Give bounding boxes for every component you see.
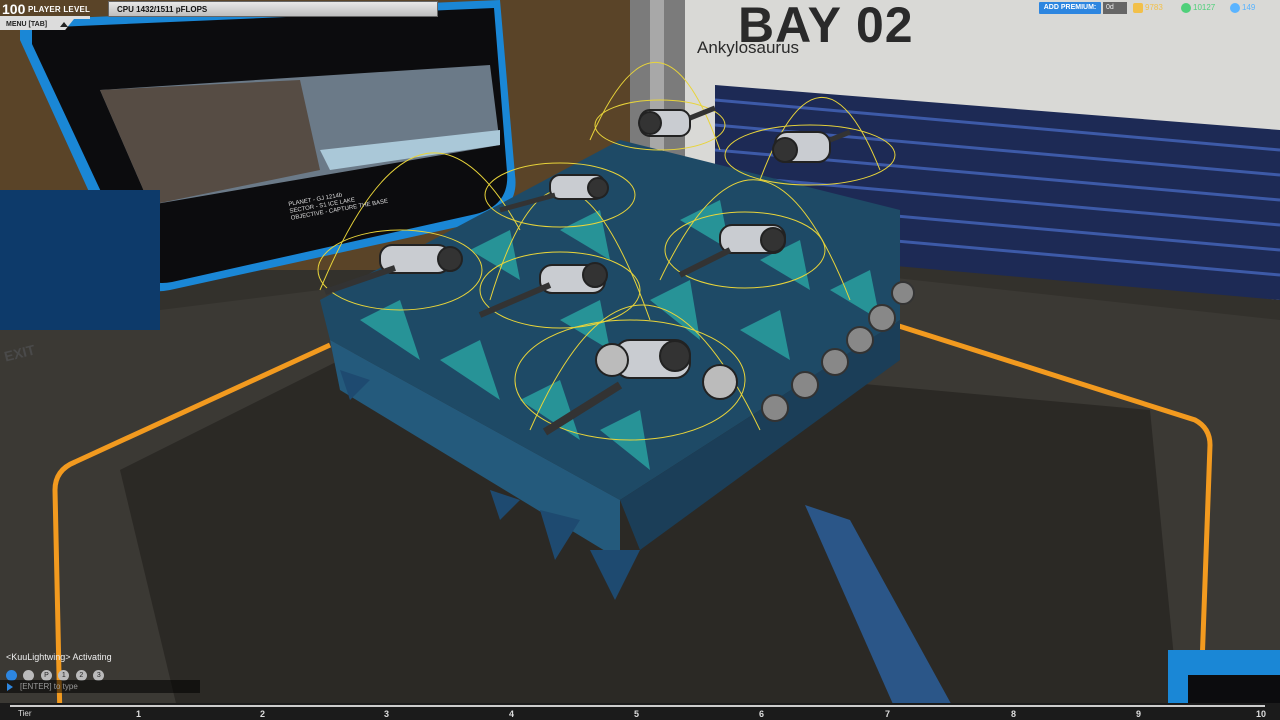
chat-panel: <KuuLightwing> Activating P 1 2 3 [ENTER… [0,646,200,696]
player-level: 100 [2,1,26,17]
robits-counter: 9783 [1133,2,1163,14]
chat-input[interactable]: [ENTER] to type [0,680,200,693]
tier-bar-line [10,705,1265,707]
chat-arrow-icon [7,683,13,691]
menu-arrow-icon [60,22,68,27]
level-progress-bar [0,16,90,19]
chat-message: <KuuLightwing> Activating [6,652,112,662]
tech-points-value: 10127 [1193,3,1216,12]
chat-channel-icons: P 1 2 3 [6,667,106,682]
chat-placeholder: [ENTER] to type [20,682,78,691]
cosmetic-credits-icon [1230,2,1240,13]
tier-tick-5: 5 [634,709,640,719]
tier-label: Tier [18,709,32,718]
cosmetic-credits-value: 149 [1242,3,1256,12]
tech-points-counter: 10127 [1181,2,1215,14]
tier-tick-2: 2 [260,709,266,719]
robits-icon [1133,2,1143,13]
cpu-meter: CPU 1432/1511 pFLOPS [108,1,438,17]
tier-tick-7: 7 [885,709,891,719]
add-premium-button[interactable]: ADD PREMIUM: [1039,2,1101,14]
tier-tick-3: 3 [384,709,390,719]
robot-name: Ankylosaurus [697,38,800,57]
tier-tick-10: 10 [1256,709,1267,719]
tech-points-icon [1181,2,1191,13]
premium-days: 0d [1103,2,1127,14]
garage-scene [0,0,1280,720]
tier-tick-8: 8 [1011,709,1017,719]
tier-tick-6: 6 [759,709,765,719]
tier-tick-4: 4 [509,709,515,719]
tier-tick-1: 1 [136,709,142,719]
tier-tick-9: 9 [1136,709,1142,719]
tier-bar: Tier 1 2 3 4 5 6 7 8 9 10 [0,703,1280,720]
player-level-label: PLAYER LEVEL [28,5,91,14]
robits-value: 9783 [1145,3,1163,12]
cosmetic-credits-counter: 149 [1230,2,1255,14]
